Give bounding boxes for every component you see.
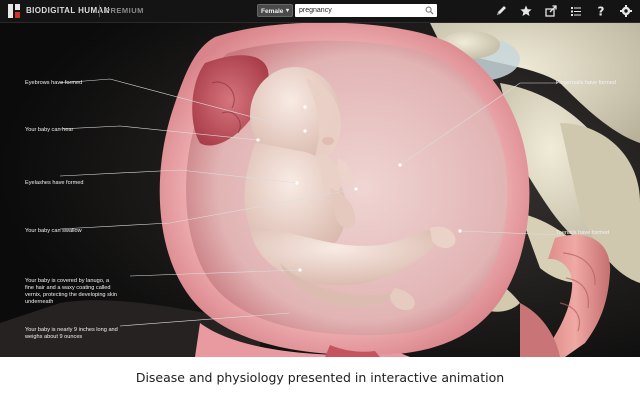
uterus (159, 23, 530, 357)
annotation-hearing: Your baby can hear (25, 127, 74, 133)
checklist-icon[interactable] (569, 4, 583, 18)
sex-select[interactable]: Female ▾ (257, 4, 293, 17)
biodigital-logo-icon (8, 4, 20, 18)
annotation-swallow: Your baby can swallow (25, 228, 82, 234)
subscription-tier: PREMIUM (105, 6, 144, 15)
brand-divider (99, 5, 100, 17)
annotation-eyebrows: Eyebrows have formed (25, 80, 83, 86)
annotation-lanugo-line-3: vernix, protecting the developing skin (25, 292, 118, 298)
caption-text: Disease and physiology presented in inte… (135, 370, 505, 385)
help-icon[interactable]: ? (594, 4, 608, 19)
star-icon[interactable] (519, 4, 533, 18)
annotation-lanugo-line-4: underneath (25, 299, 54, 305)
share-icon[interactable] (544, 4, 558, 18)
annotation-toenails: Toenails have formed (556, 230, 610, 236)
search-icon[interactable] (425, 6, 434, 15)
pencil-icon[interactable] (494, 4, 508, 18)
settings-icon[interactable] (619, 4, 633, 18)
search-input[interactable]: pregnancy (295, 4, 437, 17)
annotation-fingernails: Fingernails have formed (556, 80, 617, 86)
annotation-eyelashes: Eyelashes have formed (25, 180, 84, 186)
anatomy-viewport[interactable]: Eyebrows have formed Your baby can hear … (0, 23, 640, 357)
annotation-size-line-1: Your baby is nearly 9 inches long and (25, 327, 118, 333)
search-value: pregnancy (299, 7, 332, 14)
app-brand: BIODIGITAL HUMAN (26, 6, 110, 15)
svg-text:?: ? (598, 5, 605, 19)
annotation-lanugo-line-2: fine hair and a waxy coating called (25, 285, 111, 291)
chevron-down-icon: ▾ (285, 8, 289, 14)
annotation-size-line-2: weighs about 9 ounces (25, 334, 83, 340)
pregnancy-3d-model[interactable] (0, 23, 640, 357)
sex-select-value: Female (261, 8, 284, 15)
top-toolbar: BIODIGITAL HUMAN PREMIUM Female ▾ pregna… (0, 0, 640, 23)
caption-band: Disease and physiology presented in inte… (0, 357, 640, 400)
annotation-lanugo-line-1: Your baby is covered by lanugo, a (25, 278, 110, 284)
